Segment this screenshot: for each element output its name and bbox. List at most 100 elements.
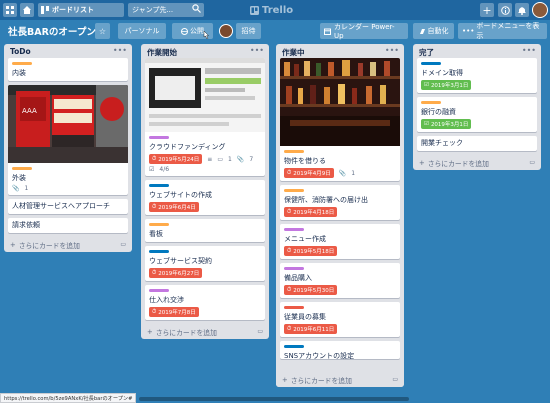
board-menu-button[interactable]: ••• ボードメニューを表示 [458, 22, 547, 40]
storefront-photo: AAA [8, 85, 128, 163]
due-date-badge[interactable]: ⏱ 2019年4月18日 [284, 207, 338, 217]
info-button[interactable] [498, 3, 512, 17]
card-exterior[interactable]: AAA 外装 📎 1 [8, 85, 128, 195]
menu-button[interactable] [3, 3, 17, 17]
board-menu-label: ボードメニューを表示 [476, 22, 540, 40]
due-date-badge[interactable]: ⏱ 2019年5月18日 [284, 246, 338, 256]
card-bank-loan[interactable]: 銀行の融資 ☑ 2019年3月1日 [417, 97, 537, 132]
due-date-badge[interactable]: ⏱ 2019年5月24日 [149, 154, 203, 164]
card-template-icon[interactable]: ▭ [257, 328, 263, 335]
attachment-icon: 📎 [338, 169, 347, 177]
card-label [421, 62, 441, 65]
card-equipment[interactable]: 備品購入 ⏱ 2019年5月30日 [280, 263, 400, 298]
attachment-count: 7 [249, 155, 254, 163]
add-card-button[interactable]: + さらにカードを追加 ▭ [141, 324, 269, 339]
due-date-badge[interactable]: ⏱ 2019年6月11日 [284, 324, 338, 334]
add-card-button[interactable]: + さらにカードを追加 ▭ [4, 237, 132, 252]
clock-icon: ⏱ [287, 325, 292, 332]
due-date-badge[interactable]: ⏱ 2019年5月30日 [284, 285, 338, 295]
card-crowdfunding[interactable]: クラウドファンディング ⏱ 2019年5月24日 ≡ ▭ 1 📎 7 ☑ 4/6 [145, 58, 265, 176]
due-date-badge[interactable]: ☑ 2019年3月1日 [421, 119, 472, 129]
scrollbar-thumb[interactable] [139, 397, 409, 401]
info-icon [500, 5, 510, 15]
crowdfunding-screenshot [145, 58, 265, 132]
add-card-button[interactable]: + さらにカードを追加 ▭ [276, 372, 404, 387]
list-done: 完了 ••• ドメイン取得 ☑ 2019年3月1日 銀行の融資 ☑ 2019年3… [413, 44, 541, 170]
add-card-button[interactable]: + さらにカードを追加 ▭ [413, 155, 541, 170]
card-template-icon[interactable]: ▭ [529, 159, 535, 166]
automation-button[interactable]: 自動化 [413, 23, 454, 39]
calendar-powerup-button[interactable]: カレンダー Power-Up [320, 23, 408, 40]
card-recruitment[interactable]: 従業員の募集 ⏱ 2019年6月11日 [280, 302, 400, 337]
list-menu-icon[interactable]: ••• [250, 46, 264, 55]
card-title: 物件を借りる [284, 157, 326, 165]
card-label [149, 184, 169, 187]
more-icon: ••• [462, 27, 475, 35]
card-opening-check[interactable]: 開業チェック [417, 136, 537, 151]
card-web-service[interactable]: ウェブサービス契約 ⏱ 2019年6月27日 [145, 246, 265, 281]
user-avatar[interactable] [532, 2, 548, 18]
card-invoice[interactable]: 請求依頼 [8, 218, 128, 233]
trello-logo[interactable]: Trello [250, 3, 293, 17]
card-title: 開業チェック [421, 139, 463, 147]
card-sns[interactable]: SNSアカウントの設定 [280, 341, 400, 360]
list-menu-icon[interactable]: ••• [113, 46, 127, 55]
board-header: 社長BARのオープン ☆ パーソナル 公開 招待 カレンダー Power-Up … [0, 20, 550, 42]
card-title: 看板 [149, 230, 163, 238]
card-domain[interactable]: ドメイン取得 ☑ 2019年3月1日 [417, 58, 537, 93]
due-date-badge[interactable]: ⏱ 2019年6月27日 [149, 268, 203, 278]
attachment-icon: 📎 [12, 185, 20, 192]
search-input[interactable]: ジャンプ先... [128, 3, 204, 17]
card-title: 人材管理サービスへアプローチ [12, 202, 110, 210]
card-hr-approach[interactable]: 人材管理サービスへアプローチ [8, 199, 128, 214]
card-interior[interactable]: 内装 [8, 58, 128, 81]
board-member-avatar[interactable] [219, 24, 233, 38]
checklist-badge: ☑ 4/6 [149, 166, 261, 173]
card-template-icon[interactable]: ▭ [392, 376, 398, 383]
due-date-badge[interactable]: ⏱ 2019年7月8日 [149, 307, 199, 317]
board-title[interactable]: 社長BARのオープン [4, 23, 100, 39]
card-menu-creation[interactable]: メニュー作成 ⏱ 2019年5月18日 [280, 224, 400, 259]
due-date-badge[interactable]: ⏱ 2019年4月9日 [284, 168, 334, 178]
status-bar-url: https://trello.com/b/5ze9ANxK/社長barのオープン… [0, 393, 137, 403]
public-button[interactable]: 公開 [172, 23, 213, 39]
home-button[interactable] [20, 3, 34, 17]
notifications-button[interactable] [515, 3, 529, 17]
list-menu-icon[interactable]: ••• [522, 46, 536, 55]
due-date: 2019年6月27日 [158, 271, 200, 277]
invite-button[interactable]: 招待 [236, 23, 261, 39]
list-in-progress: 作業中 ••• 物件を借りる ⏱ 2019年4月9日 📎 1 保健所、消防署への… [276, 44, 404, 387]
due-date: 2019年7月8日 [158, 310, 196, 316]
due-date: 2019年4月18日 [293, 210, 335, 216]
due-date: 2019年6月11日 [293, 327, 335, 333]
clock-icon: ⏱ [152, 308, 157, 315]
card-rent-property[interactable]: 物件を借りる ⏱ 2019年4月9日 📎 1 [280, 58, 400, 181]
attachment-count: 1 [24, 185, 29, 192]
attachment-count: 1 [351, 169, 356, 177]
list-menu-icon[interactable]: ••• [385, 46, 399, 55]
card-notifications[interactable]: 保健所、消防署への届け出 ⏱ 2019年4月18日 [280, 185, 400, 220]
card-label [284, 345, 304, 348]
team-visibility-button[interactable]: パーソナル [118, 23, 166, 39]
boards-button[interactable]: ボードリスト [38, 3, 124, 17]
automation-label: 自動化 [427, 27, 449, 35]
card-title: 保健所、消防署への届け出 [284, 196, 368, 204]
card-badges: ⏱ 2019年5月24日 ≡ ▭ 1 📎 7 [149, 154, 261, 164]
public-label: 公開 [190, 27, 204, 35]
due-date: 2019年5月24日 [158, 157, 200, 163]
card-title: 仕入れ交渉 [149, 296, 184, 304]
attachment-icon: 📎 [236, 155, 245, 163]
card-website[interactable]: ウェブサイトの作成 ⏱ 2019年6月4日 [145, 180, 265, 215]
card-title: 備品購入 [284, 274, 312, 282]
home-icon [23, 6, 31, 14]
due-date-badge[interactable]: ⏱ 2019年6月4日 [149, 202, 199, 212]
card-template-icon[interactable]: ▭ [120, 241, 126, 248]
star-button[interactable]: ☆ [95, 23, 110, 39]
due-date-badge[interactable]: ☑ 2019年3月1日 [421, 80, 472, 90]
automation-icon [419, 28, 425, 34]
card-signboard[interactable]: 看板 [145, 219, 265, 242]
card-purchasing[interactable]: 仕入れ交渉 ⏱ 2019年7月8日 [145, 285, 265, 320]
board-icon [41, 6, 49, 14]
create-button[interactable]: + [480, 3, 494, 17]
comment-icon: ▭ [217, 155, 223, 163]
